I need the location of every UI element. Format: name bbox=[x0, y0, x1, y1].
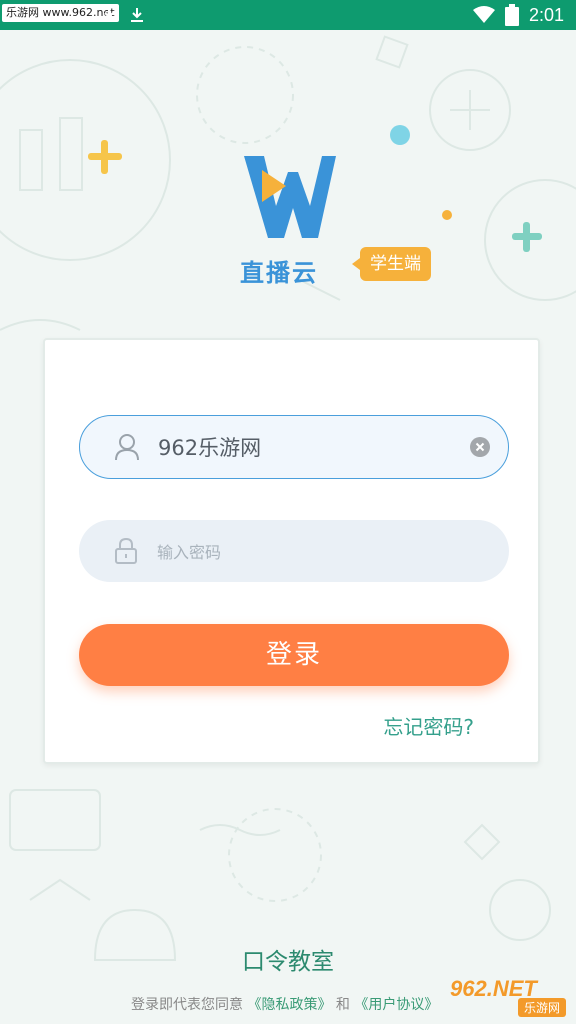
watermark-logo: 962.NET 乐游网 bbox=[442, 972, 570, 1018]
login-card: 962乐游网 输入密码 登录 忘记密码? bbox=[43, 338, 540, 764]
username-field[interactable]: 962乐游网 bbox=[79, 415, 509, 479]
download-icon bbox=[103, 8, 115, 22]
user-icon bbox=[115, 434, 139, 461]
clock: 2:01 bbox=[528, 4, 564, 25]
password-placeholder[interactable]: 输入密码 bbox=[157, 539, 509, 563]
wifi-icon bbox=[472, 6, 495, 23]
lock-icon bbox=[115, 537, 137, 564]
download-icon bbox=[131, 8, 143, 22]
battery-icon bbox=[504, 4, 519, 26]
agreement-and: 和 bbox=[335, 997, 350, 1013]
notification-icons bbox=[100, 6, 146, 24]
code-classroom-link[interactable]: 口令教室 bbox=[0, 942, 576, 976]
agreement-text: 登录即代表您同意 《隐私政策》 和 《用户协议》 bbox=[131, 994, 438, 1014]
status-bar: 乐游网 www.962.net 2:01 bbox=[0, 0, 576, 30]
forgot-password-link[interactable]: 忘记密码? bbox=[383, 711, 474, 740]
brand-name: 直播云 bbox=[240, 259, 318, 287]
app-logo bbox=[244, 156, 336, 238]
status-right: 2:01 bbox=[472, 4, 564, 26]
login-button[interactable]: 登录 bbox=[79, 624, 509, 686]
user-agreement-link[interactable]: 《用户协议》 bbox=[354, 997, 438, 1013]
privacy-policy-link[interactable]: 《隐私政策》 bbox=[247, 997, 331, 1013]
password-field[interactable]: 输入密码 bbox=[79, 520, 509, 582]
student-tag: 学生端 bbox=[352, 247, 431, 281]
username-value[interactable]: 962乐游网 bbox=[158, 432, 470, 462]
agreement-prefix: 登录即代表您同意 bbox=[131, 997, 243, 1013]
clear-icon[interactable] bbox=[470, 437, 490, 457]
watermark-sub-text: 乐游网 bbox=[517, 998, 566, 1017]
